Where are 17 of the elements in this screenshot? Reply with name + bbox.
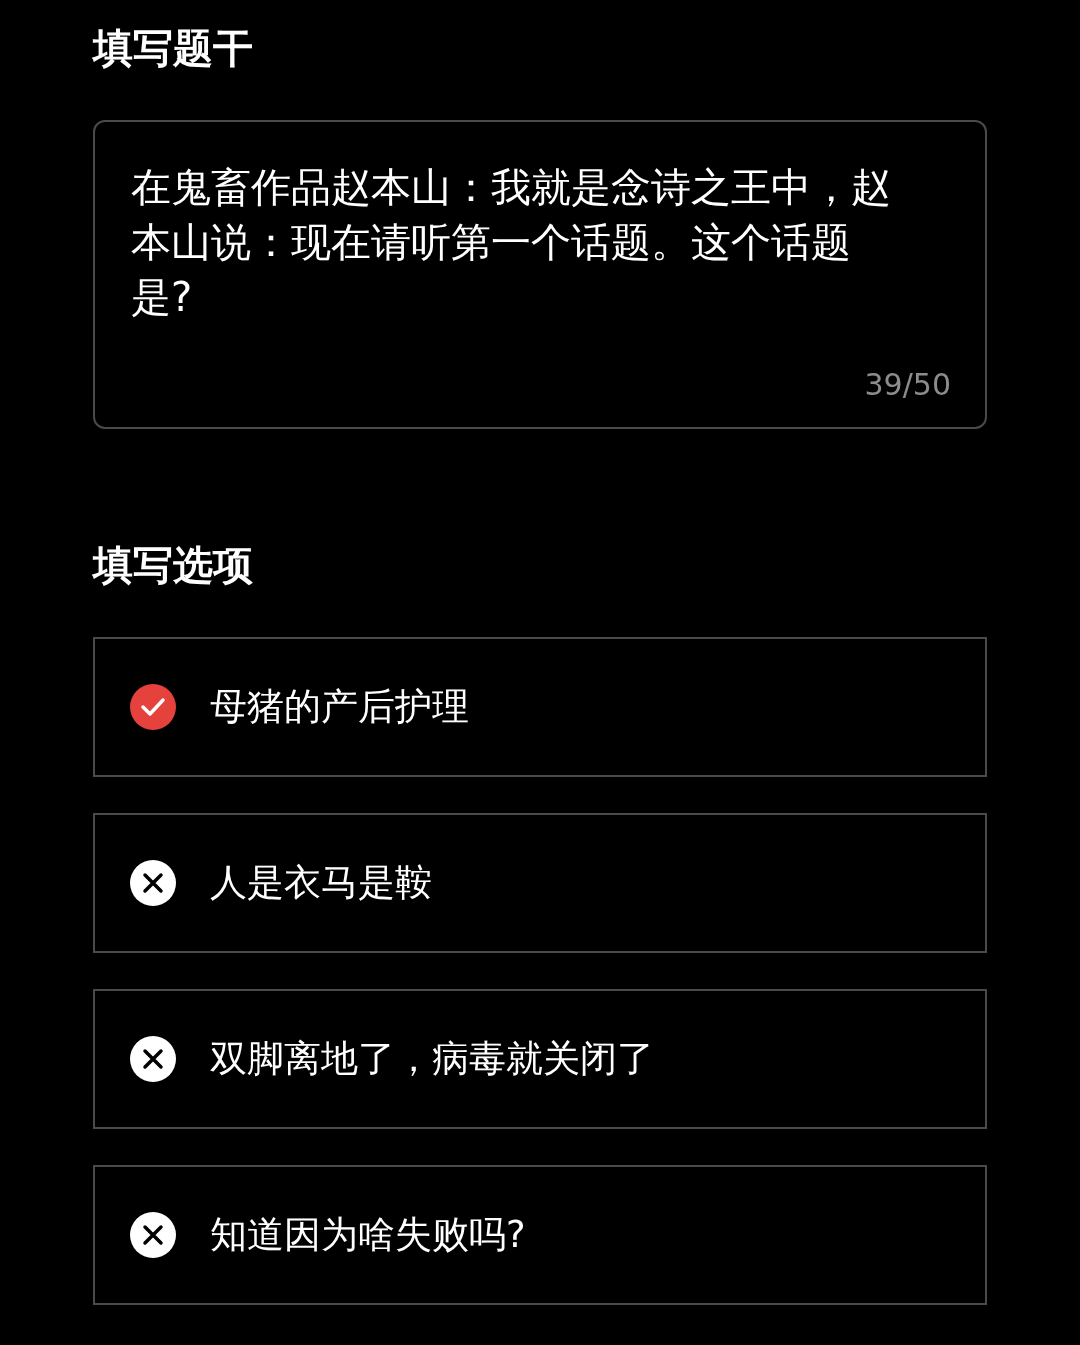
option-field[interactable]: 人是衣马是鞍	[93, 813, 987, 953]
option-text: 人是衣马是鞍	[210, 860, 432, 907]
option-field[interactable]: 知道因为啥失败吗?	[93, 1165, 987, 1305]
check-icon[interactable]	[130, 684, 176, 730]
close-icon[interactable]	[130, 1212, 176, 1258]
character-counter: 39/50	[864, 366, 951, 404]
stem-field[interactable]: 在鬼畜作品赵本山：我就是念诗之王中，赵本山说：现在请听第一个话题。这个话题是? 39/50	[93, 120, 987, 429]
option-text: 母猪的产后护理	[210, 684, 469, 731]
option-text: 双脚离地了，病毒就关闭了	[210, 1036, 654, 1083]
section-title: 填写选项	[93, 541, 254, 590]
option-field[interactable]: 双脚离地了，病毒就关闭了	[93, 989, 987, 1129]
option-text: 知道因为啥失败吗?	[210, 1212, 526, 1259]
option-field[interactable]: 母猪的产后护理	[93, 637, 987, 777]
section-title: 填写题干	[93, 24, 254, 73]
close-icon[interactable]	[130, 1036, 176, 1082]
stem-text: 在鬼畜作品赵本山：我就是念诗之王中，赵本山说：现在请听第一个话题。这个话题是?	[131, 163, 892, 322]
close-icon[interactable]	[130, 860, 176, 906]
